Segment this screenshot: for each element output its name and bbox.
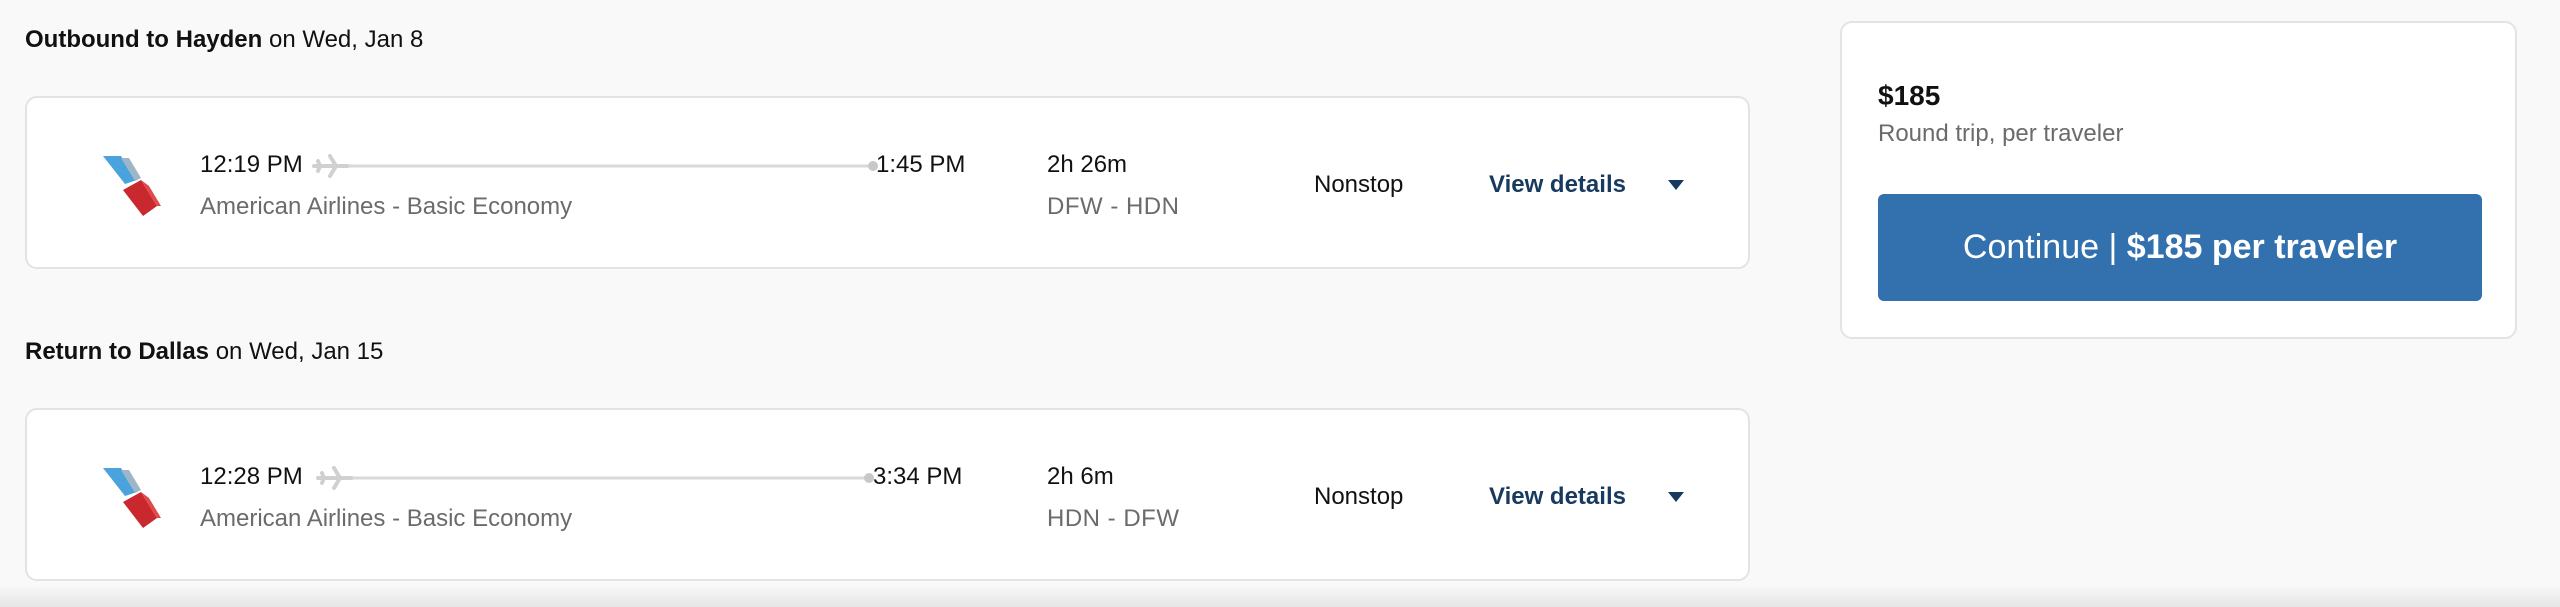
outbound-duration: 2h 26m: [1047, 151, 1128, 178]
return-airline-name: American Airlines - Basic Economy: [200, 505, 573, 532]
flight-review-page: { "outbound": { "heading_bold": "Outboun…: [0, 0, 2560, 607]
outbound-heading: Outbound to Hayden on Wed, Jan 8: [25, 24, 423, 56]
continue-button-price: $185 per traveler: [2126, 228, 2398, 266]
outbound-airports: DFW - HDN: [1047, 193, 1180, 220]
outbound-heading-date: on Wed, Jan 8: [262, 26, 424, 53]
return-airports: HDN - DFW: [1047, 505, 1180, 532]
outbound-route-line: [312, 154, 878, 178]
return-flight-card[interactable]: 12:28 PM American Airlines - Basic Econo…: [25, 408, 1750, 581]
outbound-arrive-time: 1:45 PM: [876, 151, 966, 178]
chevron-down-icon: [1667, 492, 1684, 502]
outbound-view-details-label: View details: [1489, 171, 1626, 198]
return-depart-time: 12:28 PM: [200, 463, 303, 490]
return-view-details-button[interactable]: View details: [1489, 478, 1684, 516]
return-heading-destination: Return to Dallas: [25, 338, 210, 365]
american-airlines-logo-icon: [103, 468, 161, 528]
summary-subtitle: Round trip, per traveler: [1878, 120, 2124, 147]
outbound-airline-name: American Airlines - Basic Economy: [200, 193, 573, 220]
outbound-depart-time: 12:19 PM: [200, 151, 303, 178]
return-duration: 2h 6m: [1047, 463, 1114, 490]
return-heading-date: on Wed, Jan 15: [209, 338, 384, 365]
continue-button-label: Continue |: [1962, 228, 2127, 266]
summary-price: $185: [1878, 80, 1941, 111]
return-route-line: [316, 466, 874, 490]
outbound-heading-destination: Outbound to Hayden: [25, 26, 263, 53]
plane-icon: [312, 154, 350, 178]
plane-icon: [316, 466, 354, 490]
price-summary-panel: $185 Round trip, per traveler Continue |…: [1840, 21, 2517, 339]
outbound-view-details-button[interactable]: View details: [1489, 166, 1684, 204]
return-view-details-label: View details: [1489, 483, 1626, 510]
return-arrive-time: 3:34 PM: [873, 463, 963, 490]
outbound-stops: Nonstop: [1314, 171, 1404, 198]
chevron-down-icon: [1667, 180, 1684, 190]
return-stops: Nonstop: [1314, 483, 1404, 510]
return-heading: Return to Dallas on Wed, Jan 15: [25, 336, 383, 368]
bottom-shadow: [0, 584, 2560, 607]
american-airlines-logo-icon: [103, 156, 161, 216]
continue-button[interactable]: Continue | $185 per traveler: [1878, 194, 2482, 301]
outbound-flight-card[interactable]: 12:19 PM American Airlines - Basic Econo…: [25, 96, 1750, 269]
